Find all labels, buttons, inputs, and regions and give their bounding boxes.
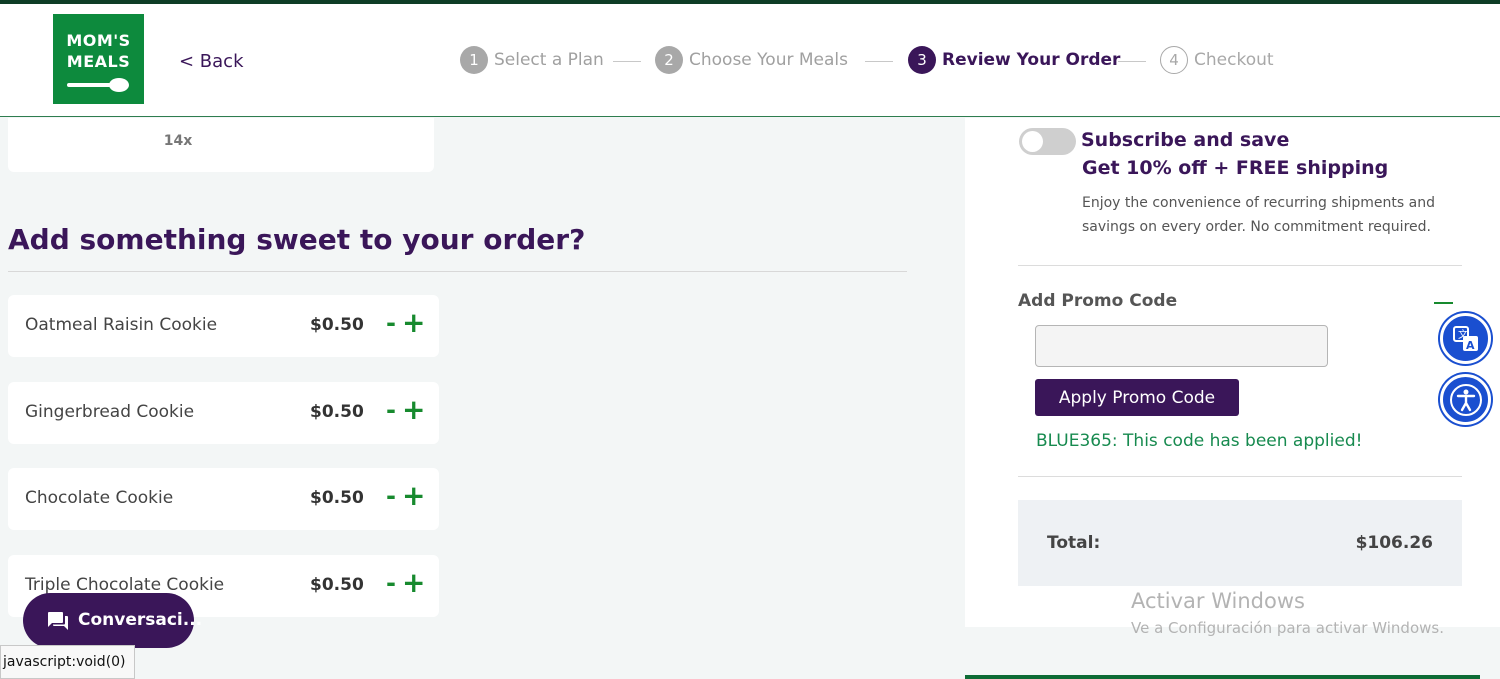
item-name: Oatmeal Raisin Cookie	[25, 315, 218, 335]
total-value: $106.26	[1355, 533, 1433, 553]
checkout-bar-edge	[965, 675, 1480, 679]
translate-button[interactable]: 文 A	[1440, 313, 1491, 364]
item-name: Gingerbread Cookie	[25, 402, 195, 422]
item-price: $0.50	[310, 488, 364, 508]
subscribe-description: Enjoy the convenience of recurring shipm…	[1082, 195, 1435, 235]
step-label: Select a Plan	[494, 50, 604, 70]
total-label: Total:	[1047, 533, 1101, 553]
increase-button[interactable]: +	[402, 481, 425, 511]
translate-icon: 文 A	[1452, 325, 1478, 352]
total-box: Total: $106.26	[1018, 500, 1462, 586]
accessibility-button[interactable]	[1440, 374, 1491, 425]
sweets-section-title: Add something sweet to your order?	[8, 223, 586, 256]
toggle-knob	[1022, 131, 1043, 152]
accessibility-icon	[1449, 383, 1482, 416]
increase-button[interactable]: +	[402, 568, 425, 598]
step-number: 3	[908, 46, 936, 74]
step-label: Choose Your Meals	[689, 50, 848, 70]
increase-button[interactable]: +	[402, 395, 425, 425]
meal-quantity: 14x	[163, 133, 193, 149]
svg-text:A: A	[1466, 339, 1475, 352]
list-item: Gingerbread Cookie $0.50 - +	[8, 382, 439, 444]
subscribe-title: Subscribe and save	[1081, 129, 1290, 151]
chat-button[interactable]: Conversaci...	[23, 593, 202, 648]
collapse-icon[interactable]	[1434, 302, 1453, 304]
decrease-button[interactable]: -	[386, 396, 396, 424]
apply-promo-button[interactable]: Apply Promo Code	[1035, 379, 1239, 416]
step-select-plan[interactable]: 1 Select a Plan	[460, 44, 604, 76]
back-link[interactable]: < Back	[179, 51, 244, 72]
step-label: Review Your Order	[942, 50, 1121, 70]
step-number: 2	[655, 46, 683, 74]
step-separator	[613, 61, 641, 62]
promo-status-message: BLUE365: This code has been applied!	[1036, 431, 1363, 451]
item-name: Chocolate Cookie	[25, 488, 174, 508]
status-bar-url: javascript:void(0)	[0, 645, 135, 679]
decrease-button[interactable]: -	[386, 569, 396, 597]
promo-code-label: Add Promo Code	[1018, 291, 1178, 311]
item-name: Triple Chocolate Cookie	[25, 575, 225, 595]
section-divider	[8, 271, 907, 272]
promo-code-input[interactable]	[1035, 325, 1328, 367]
subscribe-offer: Get 10% off + FREE shipping	[1082, 157, 1389, 179]
decrease-button[interactable]: -	[386, 482, 396, 510]
chat-label: Conversaci...	[78, 610, 203, 630]
increase-button[interactable]: +	[402, 308, 425, 338]
item-price: $0.50	[310, 402, 364, 422]
step-label: Checkout	[1194, 50, 1274, 70]
spoon-icon	[67, 78, 129, 92]
subscribe-toggle[interactable]	[1019, 128, 1076, 155]
item-price: $0.50	[310, 315, 364, 335]
meal-quantity-card: 14x	[8, 118, 434, 172]
step-number: 4	[1160, 46, 1188, 74]
step-number: 1	[460, 46, 488, 74]
step-checkout: 4 Checkout	[1160, 44, 1274, 76]
chat-icon	[48, 612, 68, 630]
decrease-button[interactable]: -	[386, 309, 396, 337]
moms-meals-logo[interactable]: MOM'S MEALS	[53, 14, 144, 104]
list-item: Chocolate Cookie $0.50 - +	[8, 468, 439, 530]
step-separator	[865, 61, 893, 62]
logo-line2: MEALS	[66, 52, 131, 71]
logo-line1: MOM'S	[66, 31, 131, 50]
summary-divider	[1018, 265, 1462, 266]
item-price: $0.50	[310, 575, 364, 595]
step-choose-meals[interactable]: 2 Choose Your Meals	[655, 44, 848, 76]
summary-divider	[1018, 476, 1462, 477]
step-review-order: 3 Review Your Order	[908, 44, 1120, 76]
step-separator	[1118, 61, 1146, 62]
list-item: Oatmeal Raisin Cookie $0.50 - +	[8, 295, 439, 357]
windows-activation-title: Activar Windows	[1131, 589, 1305, 613]
windows-activation-subtitle: Ve a Configuración para activar Windows.	[1131, 619, 1444, 637]
